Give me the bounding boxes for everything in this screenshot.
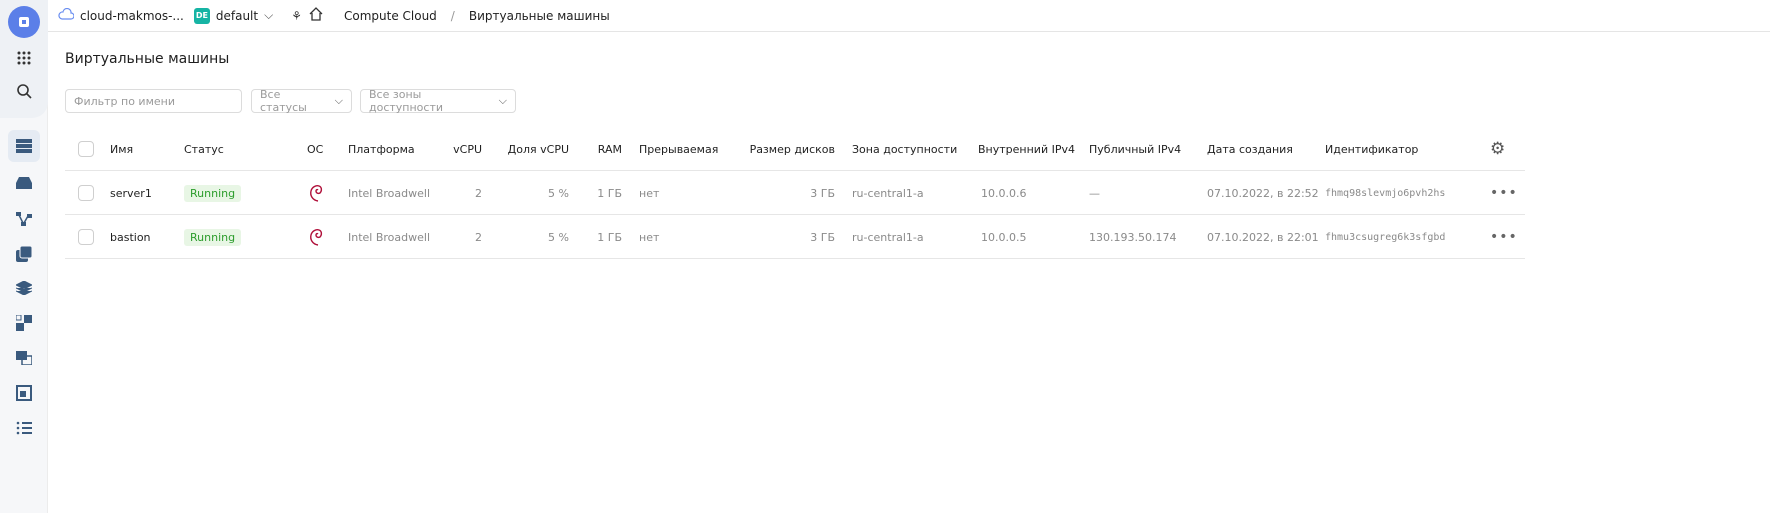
- col-name[interactable]: Имя: [110, 127, 133, 171]
- col-preemptible[interactable]: Прерываемая: [639, 127, 718, 171]
- col-id[interactable]: Идентификатор: [1325, 127, 1418, 171]
- col-internal-ip[interactable]: Внутренний IPv4: [978, 127, 1075, 171]
- services-icon[interactable]: ⚘: [291, 9, 302, 23]
- zone: ru-central1-a: [852, 186, 924, 200]
- name-filter-placeholder: Фильтр по имени: [74, 94, 175, 108]
- platform: Intel Broadwell: [348, 186, 431, 200]
- home-icon[interactable]: [308, 6, 324, 25]
- col-vcpu-share[interactable]: Доля vCPU: [495, 127, 569, 171]
- more-actions-icon[interactable]: •••: [1490, 171, 1518, 215]
- sidebar: [0, 0, 48, 513]
- ram: 1 ГБ: [597, 230, 622, 244]
- created-date: 07.10.2022, в 22:52: [1207, 186, 1319, 200]
- search-icon[interactable]: [8, 75, 40, 107]
- preemptible: нет: [639, 186, 660, 200]
- col-disk[interactable]: Размер дисков: [735, 127, 835, 171]
- folder-selector[interactable]: default: [216, 9, 258, 23]
- select-all-checkbox[interactable]: [78, 141, 94, 157]
- col-vcpu[interactable]: vCPU: [435, 127, 482, 171]
- col-os[interactable]: ОС: [307, 127, 323, 171]
- vm-id: fhmu3csugreg6k3sfgbd: [1325, 231, 1446, 243]
- row-checkbox[interactable]: [78, 229, 94, 245]
- table-row[interactable]: server1 Running Intel Broadwell 2 5 % 1 …: [65, 171, 1525, 215]
- col-zone[interactable]: Зона доступности: [852, 127, 957, 171]
- instance-groups-icon[interactable]: [8, 307, 40, 339]
- col-platform[interactable]: Платформа: [348, 127, 415, 171]
- debian-icon: [309, 215, 323, 259]
- breadcrumb-separator: /: [450, 8, 455, 23]
- top-bar: cloud-makmos-... DE default ⌵ ⚘ Compute …: [48, 0, 1770, 32]
- status-badge: Running: [184, 184, 242, 202]
- network-icon[interactable]: [8, 203, 40, 235]
- apps-grid-icon[interactable]: [8, 42, 40, 74]
- zone: ru-central1-a: [852, 230, 924, 244]
- zone-filter-value: Все зоны доступности: [369, 88, 444, 114]
- vcpu: 2: [475, 230, 482, 244]
- table-header: Имя Статус ОС Платформа vCPU Доля vCPU R…: [65, 127, 1525, 171]
- vcpu-share: 5 %: [548, 230, 569, 244]
- internal-ip: 10.0.0.5: [981, 230, 1027, 244]
- debian-icon: [309, 171, 323, 215]
- chevron-down-icon: ⌵: [498, 94, 507, 107]
- placement-groups-icon[interactable]: [8, 342, 40, 374]
- operations-list-icon[interactable]: [8, 412, 40, 444]
- page-title: Виртуальные машины: [65, 51, 230, 67]
- vm-list-icon[interactable]: [8, 130, 40, 162]
- status-filter-value: Все статусы: [260, 88, 307, 114]
- col-status[interactable]: Статус: [184, 127, 224, 171]
- row-checkbox[interactable]: [78, 185, 94, 201]
- col-public-ip[interactable]: Публичный IPv4: [1089, 127, 1181, 171]
- zone-filter-select[interactable]: Все зоны доступности ⌵: [360, 88, 516, 114]
- disk-size: 3 ГБ: [810, 186, 835, 200]
- preemptible: нет: [639, 230, 660, 244]
- chevron-down-icon: ⌵: [334, 94, 343, 107]
- vm-id: fhmq98slevmjo6pvh2hs: [1325, 187, 1446, 199]
- ram: 1 ГБ: [597, 186, 622, 200]
- internal-ip: 10.0.0.6: [981, 186, 1027, 200]
- status-badge: Running: [184, 228, 242, 246]
- compute-logo-icon[interactable]: [8, 6, 40, 38]
- gear-icon[interactable]: ⚙: [1490, 127, 1505, 171]
- col-ram[interactable]: RAM: [575, 127, 622, 171]
- status-filter-select[interactable]: Все статусы ⌵: [251, 88, 352, 114]
- public-ip: —: [1089, 186, 1100, 200]
- platform: Intel Broadwell: [348, 230, 431, 244]
- created-date: 07.10.2022, в 22:01: [1207, 230, 1319, 244]
- public-ip: 130.193.50.174: [1089, 230, 1177, 244]
- folder-badge: DE: [193, 7, 210, 24]
- snapshots-icon[interactable]: [8, 238, 40, 270]
- dedicated-hosts-icon[interactable]: [8, 377, 40, 409]
- vcpu-share: 5 %: [548, 186, 569, 200]
- name-filter-input[interactable]: Фильтр по имени: [65, 89, 242, 113]
- vcpu: 2: [475, 186, 482, 200]
- disk-size: 3 ГБ: [810, 230, 835, 244]
- vm-name[interactable]: bastion: [110, 215, 151, 259]
- col-created[interactable]: Дата создания: [1207, 127, 1293, 171]
- breadcrumb-service[interactable]: Compute Cloud: [344, 9, 437, 23]
- table-row[interactable]: bastion Running Intel Broadwell 2 5 % 1 …: [65, 215, 1525, 259]
- cloud-selector[interactable]: cloud-makmos-...: [80, 9, 184, 23]
- more-actions-icon[interactable]: •••: [1490, 215, 1518, 259]
- images-layers-icon[interactable]: [8, 272, 40, 304]
- vm-name[interactable]: server1: [110, 171, 152, 215]
- disks-icon[interactable]: [8, 167, 40, 199]
- chevron-down-icon[interactable]: ⌵: [264, 8, 273, 23]
- cloud-icon: [58, 7, 75, 23]
- breadcrumb-current: Виртуальные машины: [468, 8, 610, 23]
